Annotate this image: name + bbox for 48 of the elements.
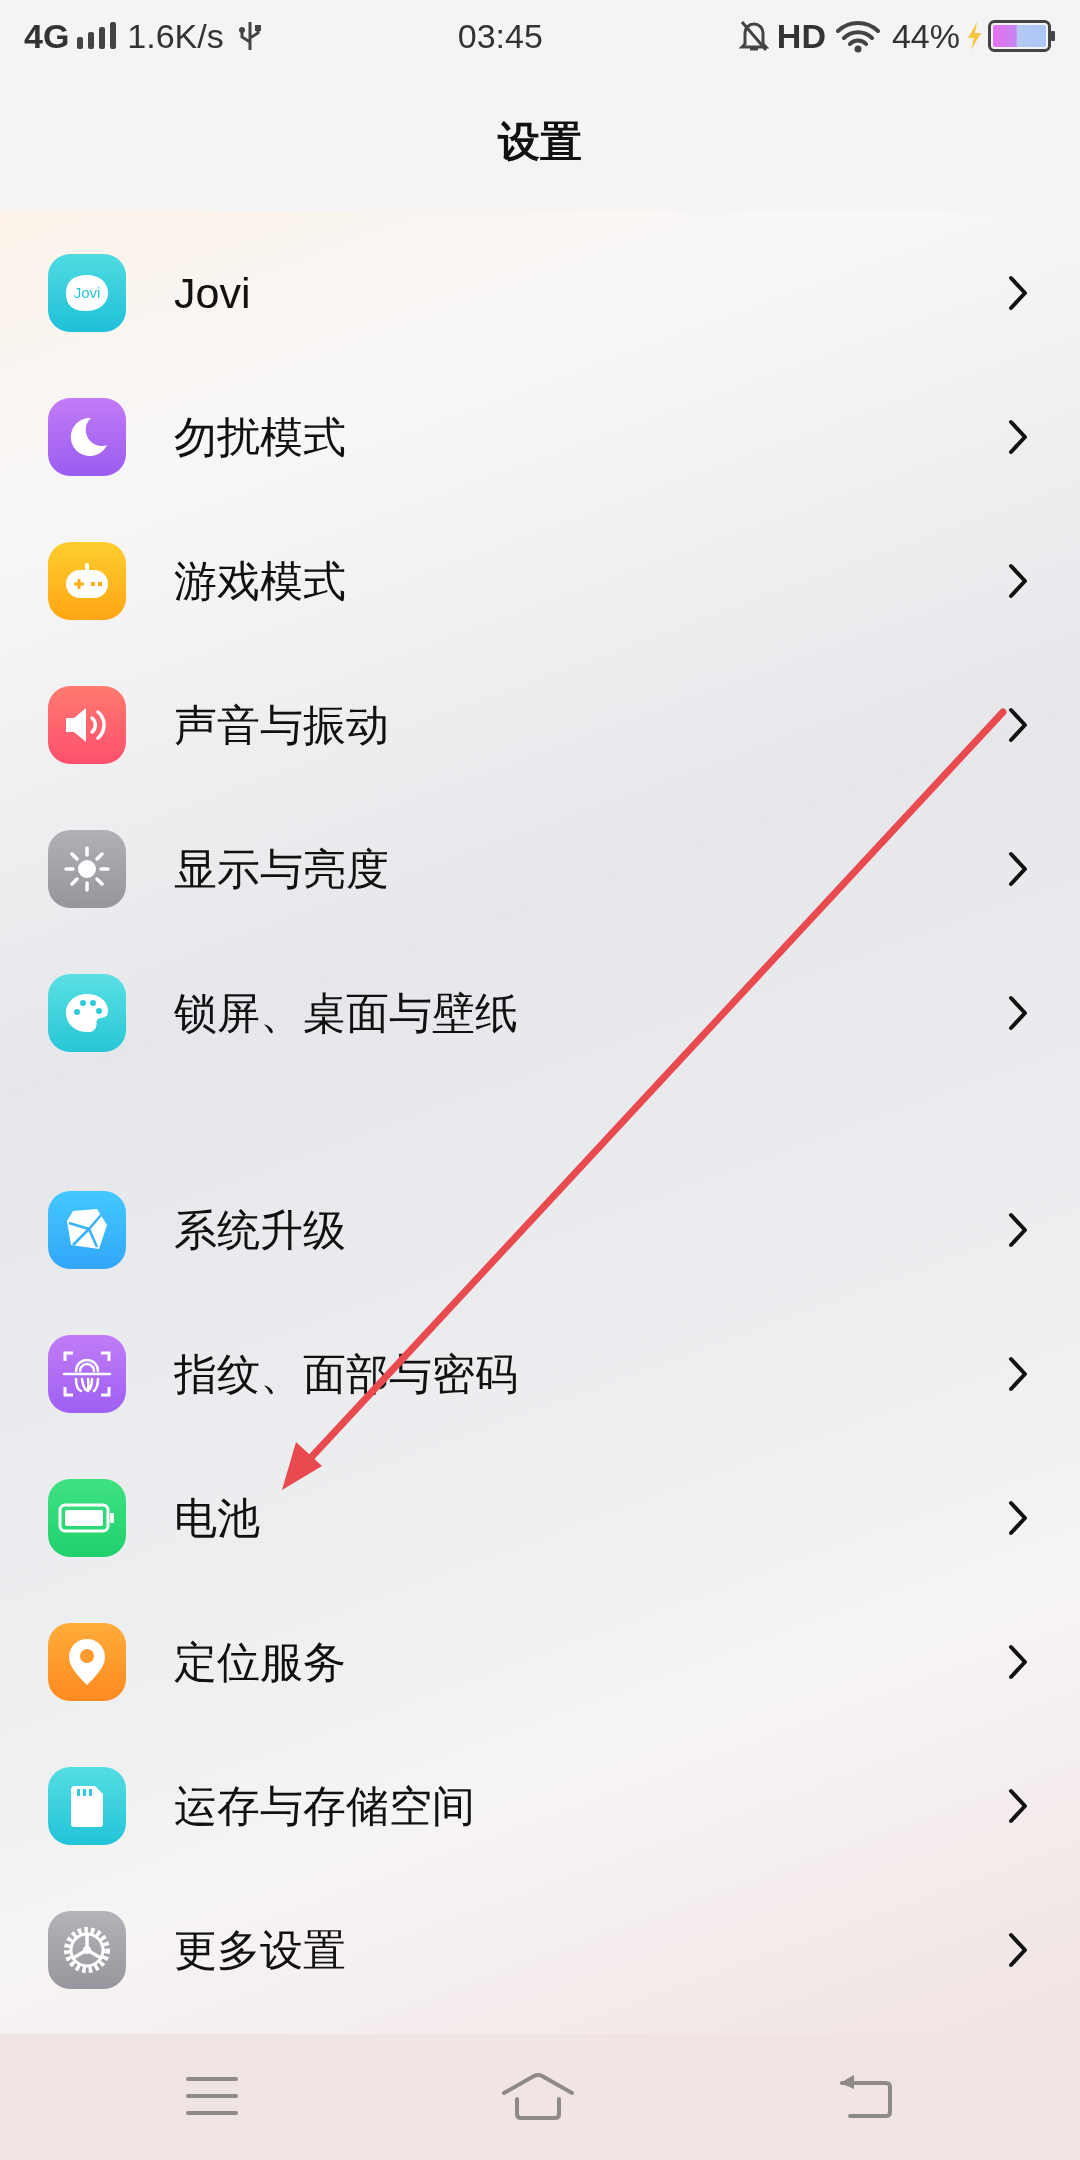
home-icon[interactable]: [501, 2073, 575, 2121]
chevron-icon: [1008, 707, 1028, 743]
clock: 03:45: [457, 15, 543, 57]
chevron-icon: [1008, 851, 1028, 887]
chevron-icon: [1008, 1788, 1028, 1824]
chevron-icon: [1008, 1356, 1028, 1392]
gamepad-icon: [48, 542, 126, 620]
item-label[interactable]: 定位服务: [174, 1629, 1008, 1695]
page-title: 设置: [498, 116, 582, 167]
chevron-icon: [1008, 1644, 1028, 1680]
back-icon[interactable]: [838, 2073, 894, 2121]
muted-bell-icon: [738, 19, 769, 53]
chevron-icon: [1008, 419, 1028, 455]
battery-icon: [988, 20, 1056, 52]
gear-icon: [48, 1911, 126, 1989]
sd-card-icon: [48, 1767, 126, 1845]
item-label[interactable]: 游戏模式: [174, 548, 1008, 614]
icon-label: Jovi: [73, 282, 101, 303]
palette-icon: [48, 974, 126, 1052]
hd-label: HD: [776, 15, 826, 57]
usb-icon: [237, 20, 262, 52]
item-label[interactable]: 系统升级: [174, 1197, 1008, 1263]
chevron-icon: [1008, 1212, 1028, 1248]
battery-percent: 44%: [891, 15, 960, 57]
item-label[interactable]: 声音与振动: [174, 692, 1008, 758]
wifi-icon: [835, 19, 880, 53]
item-label[interactable]: 电池: [174, 1485, 1008, 1551]
item-label[interactable]: Jovi: [174, 260, 1008, 326]
item-label[interactable]: 运存与存储空间: [174, 1773, 1008, 1839]
chevron-icon: [1008, 995, 1028, 1031]
item-label[interactable]: 更多设置: [174, 1917, 1008, 1983]
battery-icon: [48, 1479, 126, 1557]
chevron-icon: [1008, 1500, 1028, 1536]
moon-icon: [48, 398, 126, 476]
item-label[interactable]: 锁屏、桌面与壁纸: [174, 980, 1008, 1046]
chevron-icon: [1008, 275, 1028, 311]
speaker-icon: [48, 686, 126, 764]
speech-bubble-icon: [64, 273, 110, 313]
network-speed: 1.6K/s: [127, 15, 224, 57]
fingerprint-icon: [48, 1335, 126, 1413]
sun-icon: [48, 830, 126, 908]
chevron-icon: [1008, 563, 1028, 599]
location-pin-icon: [48, 1623, 126, 1701]
item-label[interactable]: 勿扰模式: [174, 404, 1008, 470]
network-type: 4G: [24, 15, 70, 57]
item-label[interactable]: 显示与亮度: [174, 836, 1008, 902]
chevron-icon: [1008, 1932, 1028, 1968]
cube-icon: [48, 1191, 126, 1269]
